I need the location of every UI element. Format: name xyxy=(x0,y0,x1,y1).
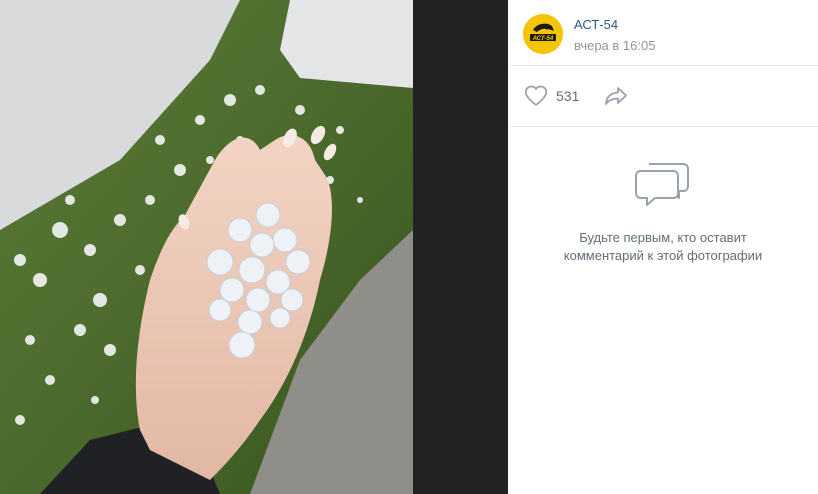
photo-side-backdrop xyxy=(413,0,508,494)
comments-icon xyxy=(635,163,689,206)
author-link[interactable]: АСТ-54 xyxy=(574,17,618,32)
share-arrow-icon xyxy=(605,87,627,105)
avatar-logo-icon: АСТ-54 xyxy=(523,14,563,54)
comments-empty-line1: Будьте первым, кто оставит xyxy=(579,230,747,245)
heart-icon xyxy=(524,85,548,106)
post-actions: 531 xyxy=(508,66,818,127)
comments-empty-line2: комментарий к этой фотографии xyxy=(563,248,763,263)
photo-image xyxy=(0,0,413,494)
avatar[interactable]: АСТ-54 xyxy=(523,14,563,54)
share-button[interactable] xyxy=(603,83,629,109)
post-header: АСТ-54 АСТ-54 вчера в 16:05 xyxy=(508,0,818,66)
comments-empty-text: Будьте первым, кто оставит комментарий к… xyxy=(508,229,818,265)
photo-viewer: АСТ-54 АСТ-54 вчера в 16:05 531 Будьте п… xyxy=(0,0,818,494)
author-name: АСТ-54 xyxy=(574,17,619,32)
avatar-text: АСТ-54 xyxy=(532,36,554,42)
like-count: 531 xyxy=(556,88,580,104)
info-panel: АСТ-54 АСТ-54 вчера в 16:05 531 Будьте п… xyxy=(508,0,818,494)
post-time[interactable]: вчера в 16:05 xyxy=(574,38,655,53)
photo-area xyxy=(0,0,508,494)
photo[interactable] xyxy=(0,0,413,494)
like-button[interactable]: 531 xyxy=(523,83,579,109)
